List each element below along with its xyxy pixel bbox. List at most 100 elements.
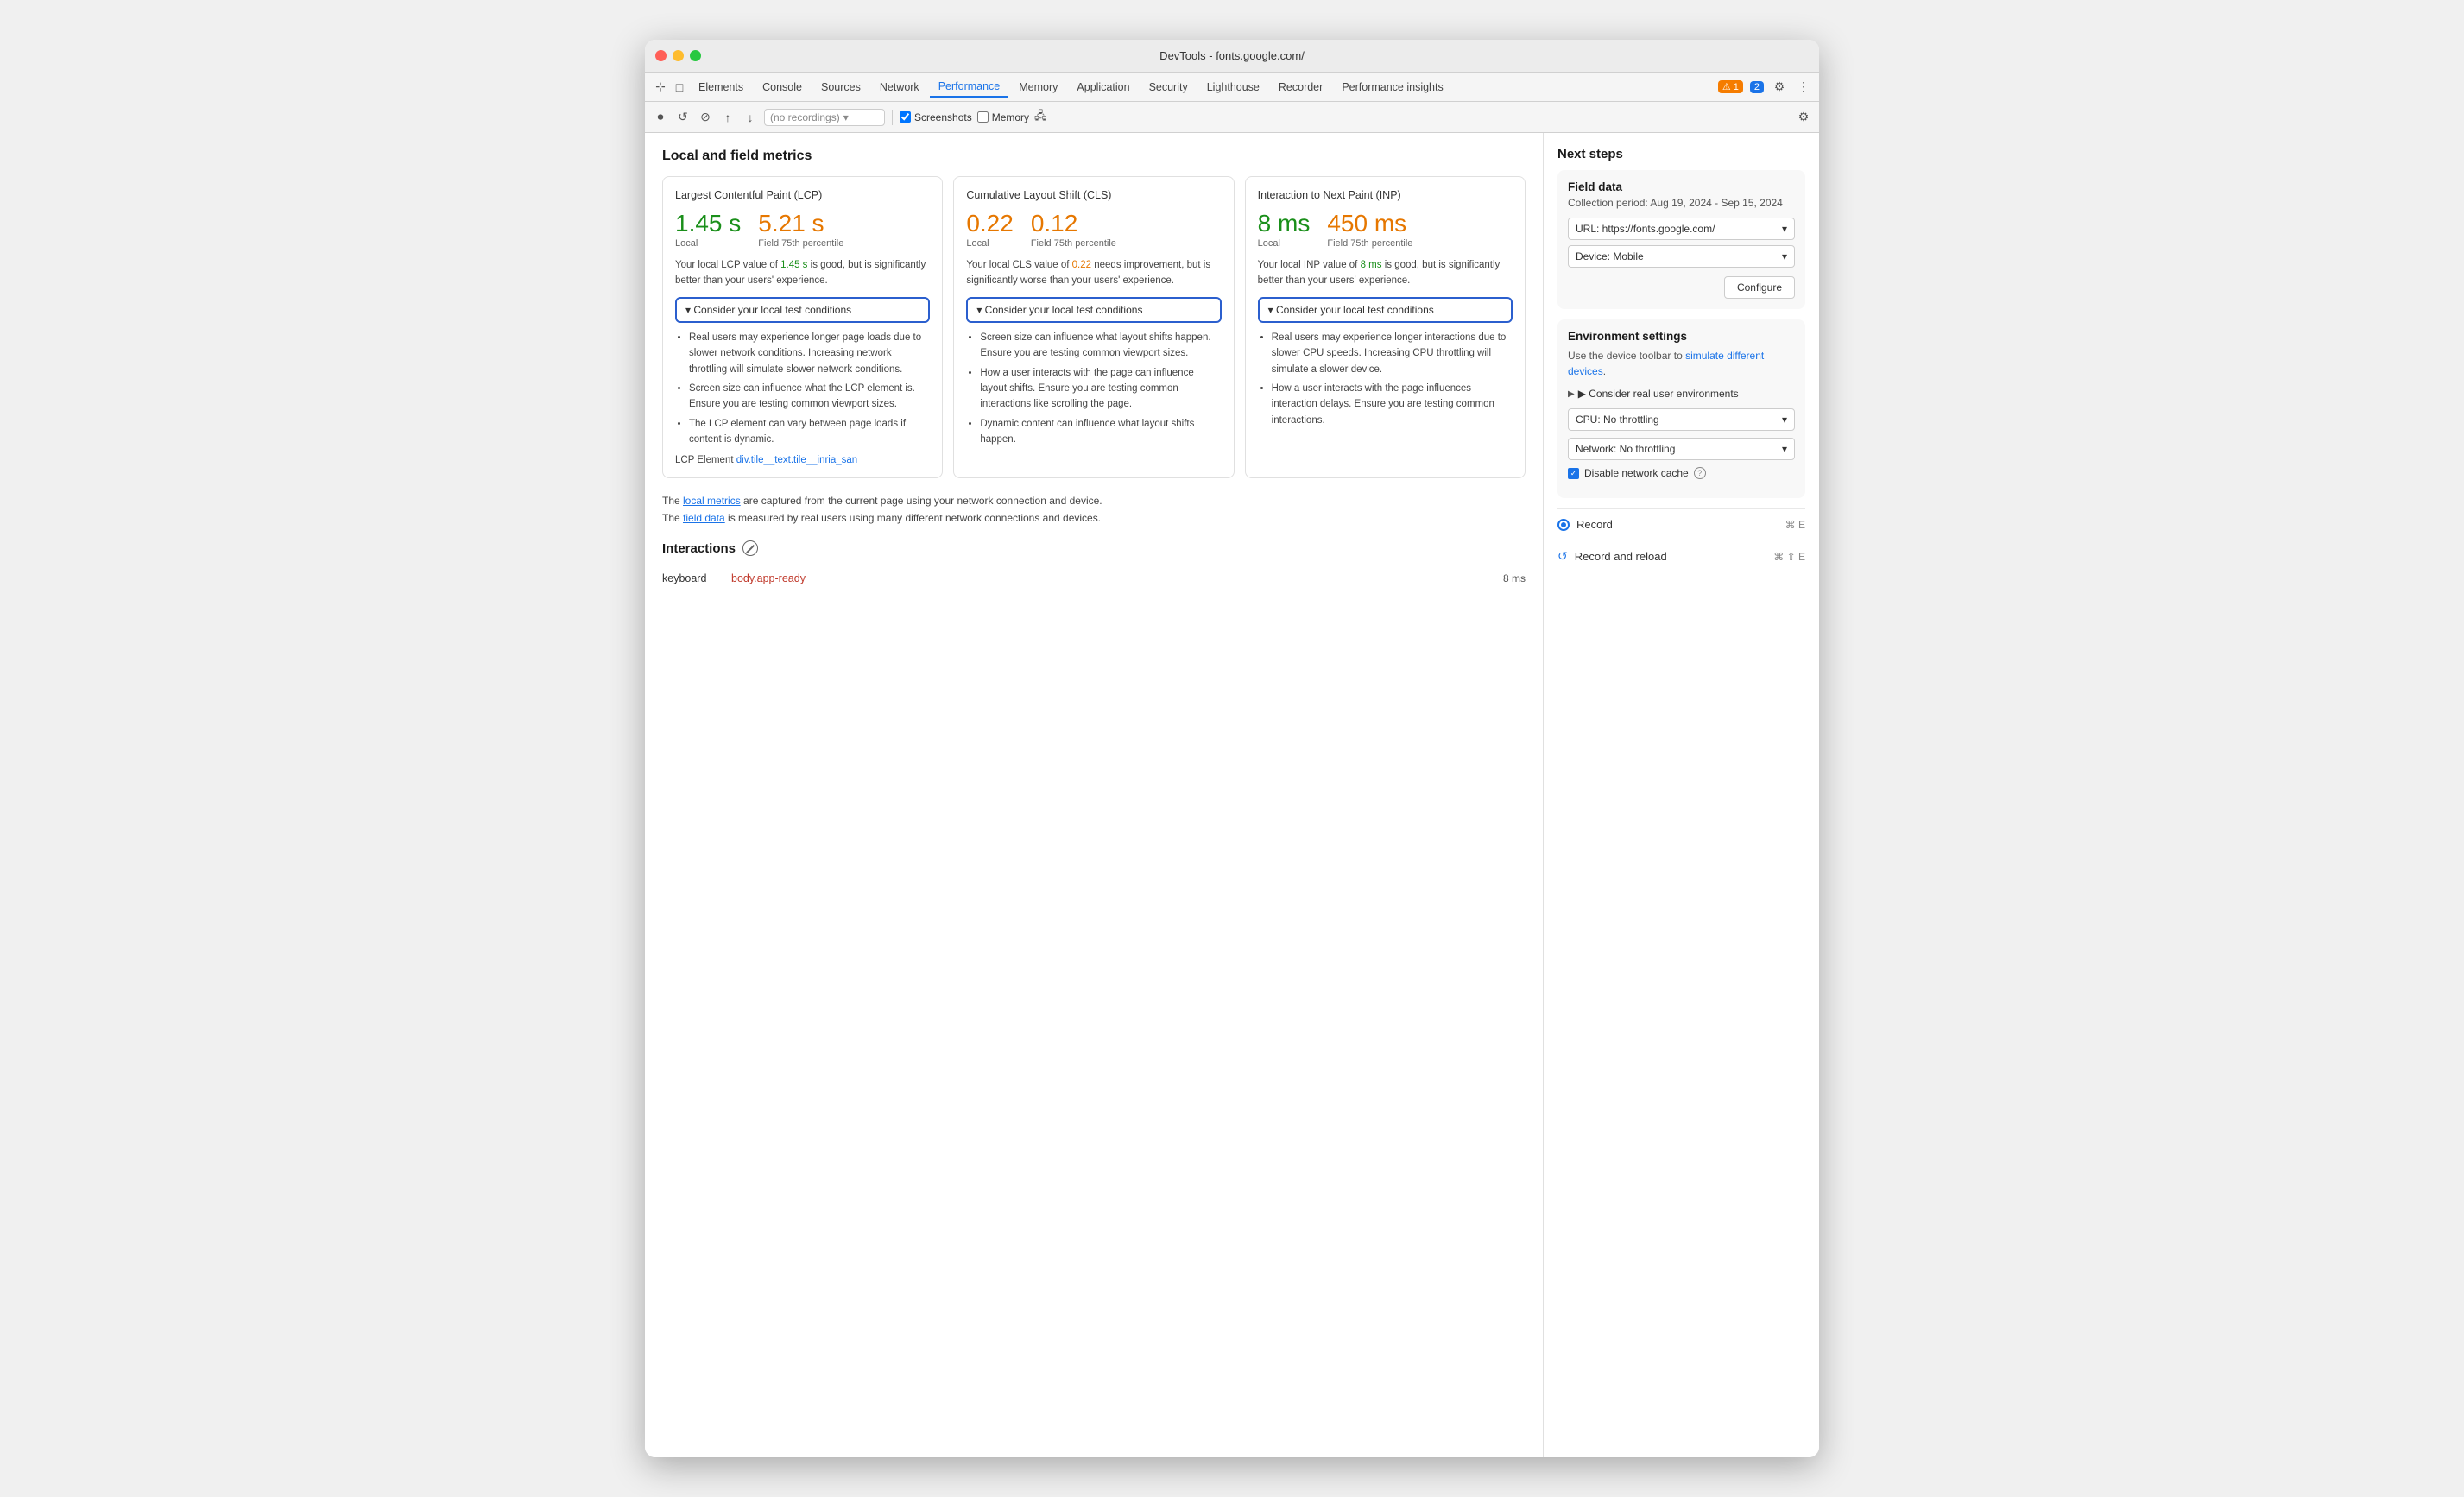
cls-desc-highlight: 0.22 — [1072, 260, 1091, 270]
lcp-desc-highlight: 1.45 s — [780, 260, 807, 270]
network-dropdown[interactable]: Network: No throttling ▾ — [1568, 438, 1795, 460]
inp-bullet-list: Real users may experience longer interac… — [1258, 330, 1513, 428]
inspector-icon[interactable]: ⊹ — [652, 79, 669, 96]
inp-field-value: 450 ms — [1327, 210, 1412, 237]
device-select[interactable]: Device: Mobile ▾ — [1568, 245, 1795, 268]
url-select[interactable]: URL: https://fonts.google.com/ ▾ — [1568, 218, 1795, 240]
lcp-local-label: Local — [675, 237, 741, 250]
lcp-card: Largest Contentful Paint (LCP) 1.45 s Lo… — [662, 176, 943, 478]
tab-performance[interactable]: Performance — [930, 77, 1009, 98]
footer-local-metrics-link[interactable]: local metrics — [683, 495, 741, 507]
warning-count: 1 — [1734, 82, 1739, 92]
upload-icon[interactable]: ↑ — [719, 109, 736, 126]
lcp-element-value[interactable]: div.tile__text.tile__inria_san — [736, 455, 857, 465]
record-reload-icon: ↺ — [1557, 549, 1568, 564]
disable-cache-label: Disable network cache — [1584, 467, 1689, 479]
footer-note-4: is measured by real users using many dif… — [725, 512, 1101, 524]
cls-description: Your local CLS value of 0.22 needs impro… — [966, 258, 1221, 288]
cls-field-group: 0.12 Field 75th percentile — [1031, 210, 1116, 250]
configure-button[interactable]: Configure — [1724, 276, 1795, 299]
cls-bullet-list: Screen size can influence what layout sh… — [966, 330, 1221, 448]
inp-card: Interaction to Next Paint (INP) 8 ms Loc… — [1245, 176, 1526, 478]
record-shortcut: ⌘ E — [1785, 519, 1805, 531]
lcp-field-label: Field 75th percentile — [758, 237, 843, 250]
footer-note-3: The — [662, 512, 683, 524]
title-bar: DevTools - fonts.google.com/ — [645, 40, 1819, 73]
refresh-button[interactable]: ↺ — [674, 109, 692, 126]
footer-field-data-link[interactable]: field data — [683, 512, 725, 524]
memory-label: Memory — [992, 111, 1029, 123]
help-icon[interactable]: ? — [1694, 467, 1706, 479]
info-count: 2 — [1754, 82, 1760, 92]
settings-icon[interactable]: ⚙ — [1771, 79, 1788, 96]
warning-badge: ⚠ 1 — [1718, 80, 1743, 93]
env-desc-text: Use the device toolbar to — [1568, 350, 1685, 362]
toolbar-right: ⚙ — [1795, 109, 1812, 126]
inp-bullet-1: How a user interacts with the page influ… — [1272, 381, 1513, 428]
inp-desc-highlight: 8 ms — [1361, 260, 1382, 270]
lcp-bullet-2: The LCP element can vary between page lo… — [689, 416, 930, 448]
tab-security[interactable]: Security — [1140, 78, 1197, 97]
inp-title: Interaction to Next Paint (INP) — [1258, 189, 1513, 201]
record-reload-shortcut: ⌘ ⇧ E — [1773, 551, 1805, 563]
interaction-element-0[interactable]: body.app-ready — [731, 572, 1503, 584]
lcp-field-value: 5.21 s — [758, 210, 843, 237]
device-icon[interactable]: □ — [671, 79, 688, 96]
settings-toolbar-icon[interactable]: ⚙ — [1795, 109, 1812, 126]
metrics-grid: Largest Contentful Paint (LCP) 1.45 s Lo… — [662, 176, 1526, 478]
cls-values: 0.22 Local 0.12 Field 75th percentile — [966, 210, 1221, 250]
metrics-section-title: Local and field metrics — [662, 148, 1526, 164]
memory-checkbox-group[interactable]: Memory — [977, 111, 1029, 123]
content-area: Local and field metrics Largest Contentf… — [645, 133, 1543, 1457]
more-icon[interactable]: ⋮ — [1795, 79, 1812, 96]
tab-console[interactable]: Console — [754, 78, 811, 97]
cls-consider-box[interactable]: ▾ Consider your local test conditions — [966, 297, 1221, 323]
tab-sources[interactable]: Sources — [812, 78, 869, 97]
tab-recorder[interactable]: Recorder — [1270, 78, 1331, 97]
lcp-desc-before: Your local LCP value of — [675, 260, 780, 270]
tab-elements[interactable]: Elements — [690, 78, 752, 97]
record-row[interactable]: Record ⌘ E — [1557, 508, 1805, 540]
close-button[interactable] — [655, 50, 667, 61]
cls-bullet-2: Dynamic content can influence what layou… — [980, 416, 1221, 448]
screenshots-checkbox[interactable] — [900, 111, 911, 123]
lcp-local-value: 1.45 s — [675, 210, 741, 237]
sidebar: Next steps Field data Collection period:… — [1543, 133, 1819, 1457]
cls-desc-before: Your local CLS value of — [966, 260, 1071, 270]
environment-card: Environment settings Use the device tool… — [1557, 319, 1805, 498]
warning-icon: ⚠ — [1722, 81, 1731, 92]
tab-bar-right: ⚠ 1 2 ⚙ ⋮ — [1718, 79, 1812, 96]
env-desc-end: . — [1603, 365, 1606, 377]
tab-memory[interactable]: Memory — [1010, 78, 1066, 97]
interactions-section: Interactions keyboard body.app-ready 8 m… — [662, 540, 1526, 591]
screenshots-checkbox-group[interactable]: Screenshots — [900, 111, 972, 123]
record-reload-row[interactable]: ↺ Record and reload ⌘ ⇧ E — [1557, 540, 1805, 572]
url-arrow: ▾ — [1782, 223, 1787, 235]
lcp-bullet-0: Real users may experience longer page lo… — [689, 330, 930, 377]
inp-local-value: 8 ms — [1258, 210, 1311, 237]
recordings-dropdown[interactable]: (no recordings) ▾ — [764, 109, 885, 126]
minimize-button[interactable] — [673, 50, 684, 61]
tab-performance-insights[interactable]: Performance insights — [1333, 78, 1451, 97]
footer-note-1: The — [662, 495, 683, 507]
cls-consider-label: ▾ Consider your local test conditions — [976, 304, 1142, 316]
inp-consider-box[interactable]: ▾ Consider your local test conditions — [1258, 297, 1513, 323]
disable-cache-checkbox[interactable]: ✓ — [1568, 468, 1579, 479]
inp-field-label: Field 75th percentile — [1327, 237, 1412, 250]
memory-checkbox[interactable] — [977, 111, 989, 123]
download-icon[interactable]: ↓ — [742, 109, 759, 126]
lcp-consider-box[interactable]: ▾ Consider your local test conditions — [675, 297, 930, 323]
cls-bullet-0: Screen size can influence what layout sh… — [980, 330, 1221, 362]
tab-application[interactable]: Application — [1068, 78, 1138, 97]
record-button[interactable]: ⏺ — [652, 109, 669, 126]
interaction-name-0: keyboard — [662, 572, 731, 584]
cancel-button[interactable]: ⊘ — [697, 109, 714, 126]
tab-network[interactable]: Network — [871, 78, 928, 97]
url-label: URL: https://fonts.google.com/ — [1576, 223, 1715, 235]
inp-description: Your local INP value of 8 ms is good, bu… — [1258, 258, 1513, 288]
cpu-dropdown[interactable]: CPU: No throttling ▾ — [1568, 408, 1795, 431]
consider-real-user[interactable]: ▶ ▶ Consider real user environments — [1568, 388, 1795, 400]
maximize-button[interactable] — [690, 50, 701, 61]
interactions-title: Interactions — [662, 540, 1526, 556]
tab-lighthouse[interactable]: Lighthouse — [1198, 78, 1268, 97]
